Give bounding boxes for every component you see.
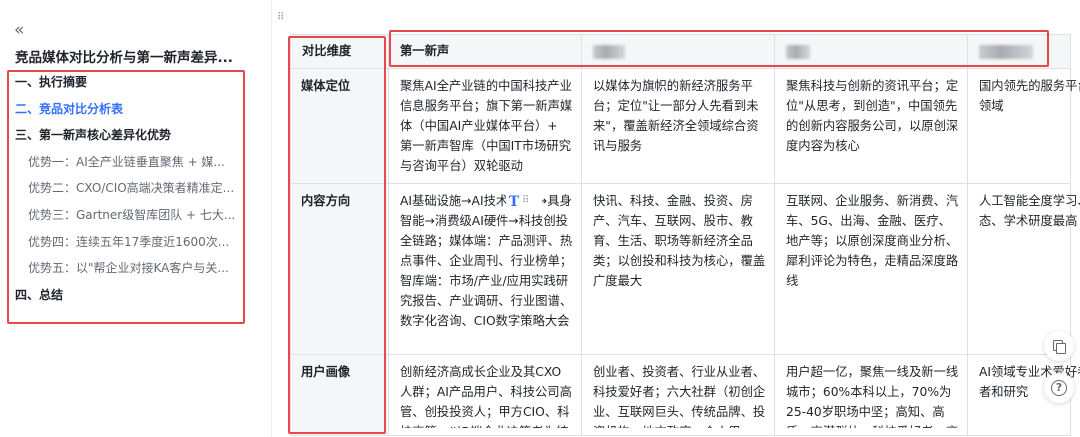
- table-handle[interactable]: [273, 12, 275, 26]
- header-cell-redacted-3[interactable]: [967, 34, 1071, 69]
- table-row: 内容方向 AI基础设施→AI技术/产品→具身智能→消费级AI硬件→科技创投全链路…: [290, 183, 1080, 355]
- table-row: 用户画像 创新经济高成长企业及其CXO人群；AI产品用户、科技公司高管、创投投资…: [290, 354, 1080, 436]
- table-cell[interactable]: AI基础设施→AI技术/产品→具身智能→消费级AI硬件→科技创投全链路；媒体端：…: [388, 183, 582, 355]
- drag-handle-icon[interactable]: ⠿: [277, 12, 284, 24]
- cell-drag-icon[interactable]: ⠿: [522, 191, 529, 211]
- help-button[interactable]: ?: [1044, 373, 1074, 403]
- table-cell[interactable]: 互联网、企业服务、新消费、汽车、5G、出海、金融、医疗、地产等；以原创深度商业分…: [774, 183, 968, 355]
- table-header-row: 对比维度 第一新声: [290, 34, 1071, 69]
- redacted-name: [979, 44, 1033, 59]
- table-of-contents: 一、执行摘要 二、竞品对比分析表 三、第一新声核心差异化优势 优势一：AI全产业…: [15, 74, 243, 313]
- cell-text: 以媒体为旗帜的新经济服务平台；定位"让一部分人先看到未来"，覆盖新经济全领域综合…: [593, 79, 759, 153]
- header-label: 第一新声: [400, 44, 450, 58]
- cell-text: AI基础设施→AI技术/产品→具身智能→消费级AI硬件→科技创投全链路；媒体端：…: [400, 194, 573, 328]
- toc-item-summary[interactable]: 一、执行摘要: [15, 74, 243, 101]
- toc-item-advantage-5[interactable]: 优势五：以"帮企业对接KA客户与关...: [15, 260, 243, 287]
- header-cell-redacted-2[interactable]: [774, 34, 968, 69]
- row-label: 用户画像: [301, 365, 351, 379]
- document-body: · · · · · · · · · · · · · · · · · · · · …: [273, 0, 1080, 437]
- outline-sidebar: « 竞品媒体对比分析与第一新声差异... 一、执行摘要 二、竞品对比分析表 三、…: [0, 0, 272, 437]
- partial-text-line: · · · · · · · · · · · · · · · · · · · · …: [317, 0, 514, 5]
- table-cell[interactable]: 用户超一亿，聚焦一线及新一线城市；60%本科以上，70%为25-40岁职场中坚；…: [774, 354, 968, 436]
- comparison-table: 对比维度 第一新声 媒体定位 聚焦AI全产业链的中国科技产业信息服务平台；旗下第…: [290, 34, 1080, 436]
- cell-text: 互联网、企业服务、新消费、汽车、5G、出海、金融、医疗、地产等；以原创深度商业分…: [786, 194, 959, 288]
- cell-text: 聚焦科技与创新的资讯平台；定位"从思考，到创造"，中国领先的创新内容服务公司，以…: [786, 79, 959, 153]
- toc-item-advantage-1[interactable]: 优势一：AI全产业链垂直聚焦 + 媒...: [15, 154, 243, 181]
- cell-text: 创新经济高成长企业及其CXO人群；AI产品用户、科技公司高管、创投投资人；甲方C…: [400, 365, 572, 428]
- toc-item-advantage-3[interactable]: 优势三：Gartner级智库团队 + 七大...: [15, 207, 243, 234]
- copy-button[interactable]: [1044, 331, 1074, 361]
- row-header-cell[interactable]: 媒体定位: [290, 68, 389, 184]
- table-cell[interactable]: 快讯、科技、金融、投资、房产、汽车、互联网、股市、教育、生活、职场等新经济全品类…: [581, 183, 775, 355]
- doc-title: 竞品媒体对比分析与第一新声差异...: [15, 50, 233, 66]
- table-cell[interactable]: 以媒体为旗帜的新经济服务平台；定位"让一部分人先看到未来"，覆盖新经济全领域综合…: [581, 68, 775, 184]
- table-cell[interactable]: 创新经济高成长企业及其CXO人群；AI产品用户、科技公司高管、创投投资人；甲方C…: [388, 354, 582, 436]
- table-row: 媒体定位 聚焦AI全产业链的中国科技产业信息服务平台；旗下第一新声媒体（中国AI…: [290, 68, 1080, 184]
- toc-item-advantage-2[interactable]: 优势二：CXO/CIO高端决策者精准定...: [15, 180, 243, 207]
- row-header-cell[interactable]: 内容方向: [290, 183, 389, 355]
- cell-text: 聚焦AI全产业链的中国科技产业信息服务平台；旗下第一新声媒体（中国AI产业媒体平…: [400, 79, 573, 173]
- header-label: 对比维度: [302, 44, 352, 58]
- row-label: 媒体定位: [301, 79, 351, 93]
- help-icon: ?: [1051, 380, 1067, 396]
- toc-item-advantage-4[interactable]: 优势四：连续五年17季度近1600次...: [15, 234, 243, 261]
- copy-icon: [1053, 340, 1066, 354]
- cell-text: 人工智能全度学习、计器人、神经态、学术研度最高: [979, 194, 1080, 228]
- redacted-name: [593, 44, 625, 59]
- cell-text: 创业者、投资者、行业从业者、科技爱好者；六大社群（初创企业、互联网巨头、传统品牌…: [593, 365, 766, 428]
- collapse-sidebar-icon[interactable]: «: [14, 20, 34, 40]
- table-cell[interactable]: 聚焦科技与创新的资讯平台；定位"从思考，到创造"，中国领先的创新内容服务公司，以…: [774, 68, 968, 184]
- table-cell[interactable]: 国内领先的服务平台；人工智能的直领域: [967, 68, 1080, 184]
- cell-text: 用户超一亿，聚焦一线及新一线城市；60%本科以上，70%为25-40岁职场中坚；…: [786, 365, 959, 428]
- row-label: 内容方向: [301, 194, 351, 208]
- cell-text: 国内领先的服务平台；人工智能的直领域: [979, 79, 1080, 113]
- toc-item-comparison-table[interactable]: 二、竞品对比分析表: [15, 101, 243, 128]
- cell-toolbar: T ⠿: [506, 191, 542, 211]
- table-cell[interactable]: 聚焦AI全产业链的中国科技产业信息服务平台；旗下第一新声媒体（中国AI产业媒体平…: [388, 68, 582, 184]
- redacted-name: [786, 44, 810, 59]
- toc-item-conclusion[interactable]: 四、总结: [15, 287, 243, 314]
- header-cell-redacted-1[interactable]: [581, 34, 775, 69]
- toc-item-advantages[interactable]: 三、第一新声核心差异化优势: [15, 127, 243, 154]
- table-cell[interactable]: 人工智能全度学习、计器人、神经态、学术研度最高: [967, 183, 1080, 355]
- text-format-icon[interactable]: T: [506, 192, 522, 212]
- row-header-cell[interactable]: 用户画像: [290, 354, 389, 436]
- comparison-table-container: 对比维度 第一新声 媒体定位 聚焦AI全产业链的中国科技产业信息服务平台；旗下第…: [290, 34, 1080, 437]
- table-cell[interactable]: 创业者、投资者、行业从业者、科技爱好者；六大社群（初创企业、互联网巨头、传统品牌…: [581, 354, 775, 436]
- header-cell-first-voice[interactable]: 第一新声: [388, 34, 582, 69]
- cell-text: 快讯、科技、金融、投资、房产、汽车、互联网、股市、教育、生活、职场等新经济全品类…: [593, 194, 766, 288]
- header-cell-dimension[interactable]: 对比维度: [290, 34, 389, 69]
